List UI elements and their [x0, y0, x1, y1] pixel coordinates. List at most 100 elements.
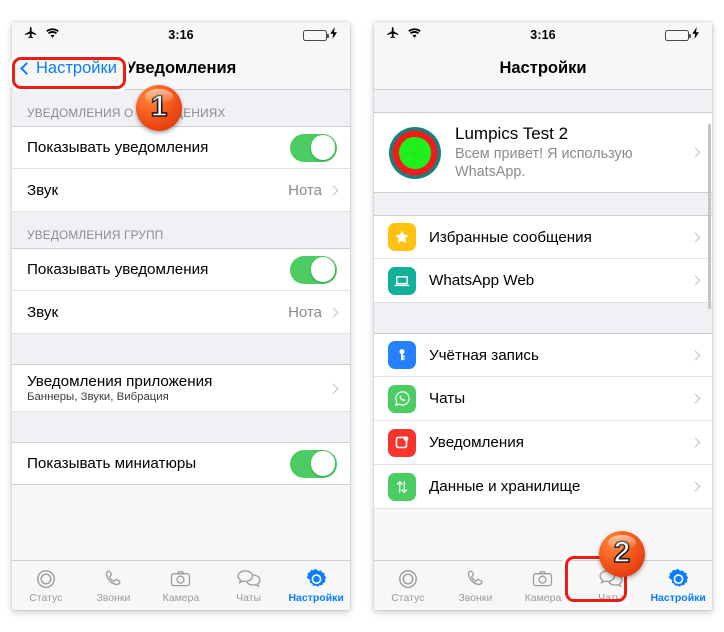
- settings-list-right: Lumpics Test 2 Всем привет! Я использую …: [374, 90, 712, 560]
- right-phone-screenshot: 3:16 Настройки Lumpics Test 2 Всем приве…: [374, 22, 712, 610]
- row-data-and-storage[interactable]: Данные и хранилище: [374, 465, 712, 509]
- chevron-left-icon: [20, 62, 33, 75]
- status-rings-icon: [35, 568, 57, 591]
- row-sound-messages[interactable]: Звук Нота: [12, 169, 350, 212]
- tab-settings[interactable]: Настройки: [644, 561, 712, 610]
- section-gap: [12, 334, 350, 364]
- tab-label: Камера: [524, 591, 562, 604]
- profile-row[interactable]: Lumpics Test 2 Всем привет! Я использую …: [374, 112, 712, 193]
- status-bar-left: 3:16: [12, 22, 350, 48]
- tab-label: Чаты: [236, 591, 262, 604]
- settings-gear-icon: [667, 568, 690, 591]
- notification-badge-icon: [388, 428, 416, 457]
- row-starred-messages[interactable]: Избранные сообщения: [374, 215, 712, 259]
- row-label: Показывать уведомления: [27, 139, 209, 156]
- annotation-badge-1: 1: [136, 85, 182, 131]
- whatsapp-icon: [388, 384, 416, 413]
- nav-bar-right: Настройки: [374, 48, 712, 90]
- key-icon: [388, 341, 416, 369]
- camera-icon: [169, 568, 192, 591]
- row-value: Нота: [288, 181, 322, 199]
- nav-bar-left: Настройки Уведомления: [12, 48, 350, 90]
- toggle-show-notifications-messages[interactable]: [290, 133, 337, 162]
- back-button-label: Настройки: [36, 59, 117, 77]
- tab-settings[interactable]: Настройки: [282, 561, 350, 610]
- row-show-previews[interactable]: Показывать миниатюры: [12, 442, 350, 485]
- chevron-right-icon: [690, 437, 701, 448]
- tab-label: Настройки: [288, 591, 344, 604]
- chevron-right-icon: [690, 481, 701, 492]
- section-gap: [374, 303, 712, 333]
- row-value: Нота: [288, 303, 322, 321]
- settings-gear-icon: [305, 568, 328, 591]
- screenshot-stage: 3:16 Настройки Уведомления УВЕДОМЛЕНИЯ О…: [0, 0, 724, 632]
- laptop-icon: [388, 266, 416, 295]
- row-label: Звук: [27, 181, 59, 199]
- row-whatsapp-web[interactable]: WhatsApp Web: [374, 259, 712, 303]
- back-button-settings[interactable]: Настройки: [12, 59, 117, 78]
- phone-icon: [464, 568, 486, 591]
- row-app-notifications[interactable]: Уведомления приложения Баннеры, Звуки, В…: [12, 364, 350, 412]
- row-label: Показывать уведомления: [27, 261, 209, 278]
- tab-bar-left: Статус Звонки Камера Чаты Настройки: [12, 560, 350, 610]
- tab-chats[interactable]: Чаты: [215, 561, 283, 610]
- toggle-show-notifications-groups[interactable]: [290, 255, 337, 284]
- status-bar-clock: 3:16: [168, 28, 194, 42]
- toggle-show-previews[interactable]: [290, 449, 337, 478]
- annotation-badge-2: 2: [599, 531, 645, 577]
- status-bar-clock: 3:16: [530, 28, 556, 42]
- row-label: Избранные сообщения: [429, 228, 592, 246]
- tab-label: Статус: [391, 591, 425, 604]
- tab-calls[interactable]: Звонки: [442, 561, 510, 610]
- row-show-notifications-messages[interactable]: Показывать уведомления: [12, 126, 350, 169]
- row-subtitle: Баннеры, Звуки, Вибрация: [27, 391, 169, 403]
- tab-calls[interactable]: Звонки: [80, 561, 148, 610]
- status-rings-icon: [397, 568, 419, 591]
- tab-status[interactable]: Статус: [374, 561, 442, 610]
- section-header-group-notifications: УВЕДОМЛЕНИЯ ГРУПП: [12, 212, 350, 248]
- section-gap: [374, 90, 712, 112]
- camera-icon: [531, 568, 554, 591]
- profile-status-text: Всем привет! Я использую WhatsApp.: [455, 146, 633, 180]
- page-title-right: Настройки: [499, 59, 587, 77]
- tab-label: Камера: [162, 591, 200, 604]
- row-label: Уведомления приложения: [27, 373, 213, 390]
- scrollbar-thumb[interactable]: [708, 124, 711, 309]
- tab-label: Настройки: [650, 591, 706, 604]
- chevron-right-icon: [690, 275, 701, 286]
- profile-name: Lumpics Test 2: [455, 124, 569, 143]
- phone-icon: [102, 568, 124, 591]
- tab-camera[interactable]: Камера: [147, 561, 215, 610]
- row-account[interactable]: Учётная запись: [374, 333, 712, 377]
- tab-bar-right: Статус Звонки Камера Чаты Настройки: [374, 560, 712, 610]
- chevron-right-icon: [328, 383, 339, 393]
- battery-low-icon: [303, 29, 330, 41]
- chevron-right-icon: [690, 147, 701, 158]
- chevron-right-icon: [690, 232, 701, 242]
- settings-list-left: УВЕДОМЛЕНИЯ О СООБЩЕНИЯХ Показывать увед…: [12, 90, 350, 560]
- tab-label: Чаты: [598, 591, 624, 604]
- section-gap: [12, 412, 350, 442]
- status-bar-right: 3:16: [374, 22, 712, 48]
- chats-bubbles-icon: [237, 568, 261, 591]
- tab-camera[interactable]: Камера: [509, 561, 577, 610]
- chevron-right-icon: [328, 307, 339, 317]
- row-sound-groups[interactable]: Звук Нота: [12, 291, 350, 334]
- row-chats[interactable]: Чаты: [374, 377, 712, 421]
- battery-low-icon: [665, 29, 692, 41]
- row-label: WhatsApp Web: [429, 272, 535, 289]
- chevron-right-icon: [690, 393, 701, 404]
- section-gap: [374, 193, 712, 215]
- lime-slice-avatar: [388, 126, 442, 180]
- tab-label: Звонки: [458, 591, 493, 604]
- chevron-right-icon: [690, 350, 701, 360]
- star-icon: [388, 223, 416, 251]
- row-label: Уведомления: [429, 434, 524, 451]
- row-show-notifications-groups[interactable]: Показывать уведомления: [12, 248, 350, 291]
- row-label: Данные и хранилище: [429, 478, 581, 495]
- row-label: Учётная запись: [429, 346, 539, 364]
- row-label: Звук: [27, 303, 59, 321]
- row-notifications[interactable]: Уведомления: [374, 421, 712, 465]
- row-label: Показывать миниатюры: [27, 455, 197, 472]
- tab-status[interactable]: Статус: [12, 561, 80, 610]
